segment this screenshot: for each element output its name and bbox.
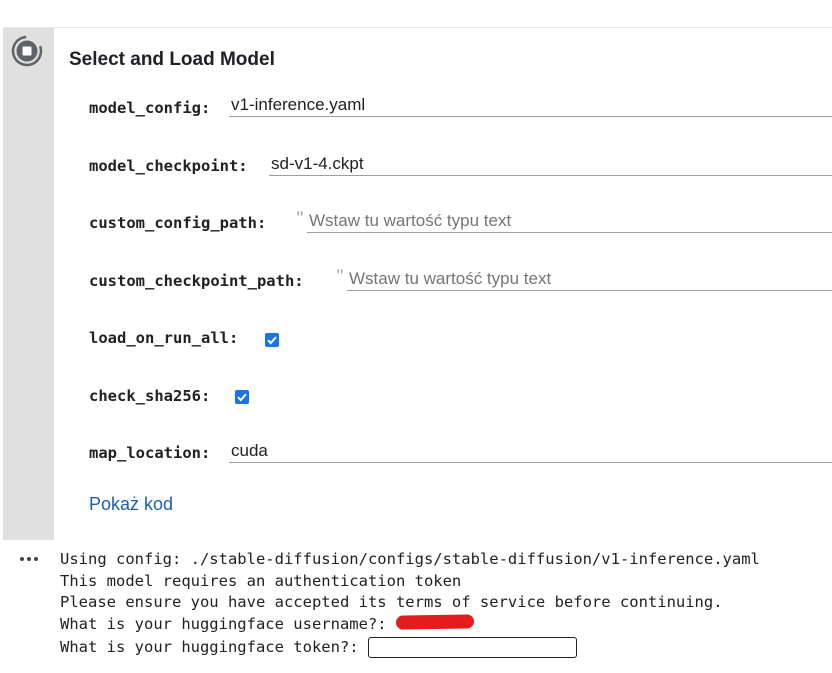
show-code-link[interactable]: Pokaż kod: [89, 494, 173, 515]
output-line: This model requires an authentication to…: [60, 572, 462, 590]
custom-config-path-label: custom_config_path:: [89, 214, 267, 232]
model-checkpoint-input[interactable]: [269, 154, 832, 176]
output-line: What is your huggingface username?:: [60, 615, 387, 633]
output-line: What is your huggingface token?:: [60, 638, 359, 656]
map-location-input[interactable]: [229, 441, 832, 463]
checkmark-icon: [267, 336, 277, 345]
load-on-run-all-label: load_on_run_all:: [89, 329, 239, 347]
custom-checkpoint-path-input[interactable]: [347, 269, 832, 291]
output-line: Please ensure you have accepted its term…: [60, 593, 723, 611]
cell-gutter: [3, 28, 54, 540]
model-checkpoint-label: model_checkpoint:: [89, 157, 248, 175]
check-sha256-checkbox[interactable]: [235, 390, 249, 404]
redacted-username: [395, 614, 475, 630]
custom-checkpoint-path-label: custom_checkpoint_path:: [89, 272, 304, 290]
form-title: Select and Load Model: [69, 49, 275, 70]
map-location-label: map_location:: [89, 444, 211, 462]
huggingface-token-input[interactable]: [368, 637, 577, 658]
output-line: Using config: ./stable-diffusion/configs…: [60, 550, 760, 568]
load-on-run-all-checkbox[interactable]: [265, 333, 279, 347]
run-cell-icon[interactable]: [10, 34, 44, 68]
code-cell-form: Select and Load Model model_config: mode…: [3, 27, 832, 540]
model-config-label: model_config:: [89, 99, 211, 117]
custom-config-path-input[interactable]: [307, 211, 832, 233]
top-strip: [0, 0, 832, 26]
string-quote-icon: ": [296, 208, 304, 229]
string-quote-icon: ": [336, 266, 344, 287]
checkmark-icon: [237, 393, 247, 402]
cell-output: Using config: ./stable-diffusion/configs…: [0, 540, 832, 673]
check-sha256-label: check_sha256:: [89, 387, 211, 405]
model-config-input[interactable]: [229, 95, 832, 117]
more-horiz-icon[interactable]: [18, 554, 40, 564]
